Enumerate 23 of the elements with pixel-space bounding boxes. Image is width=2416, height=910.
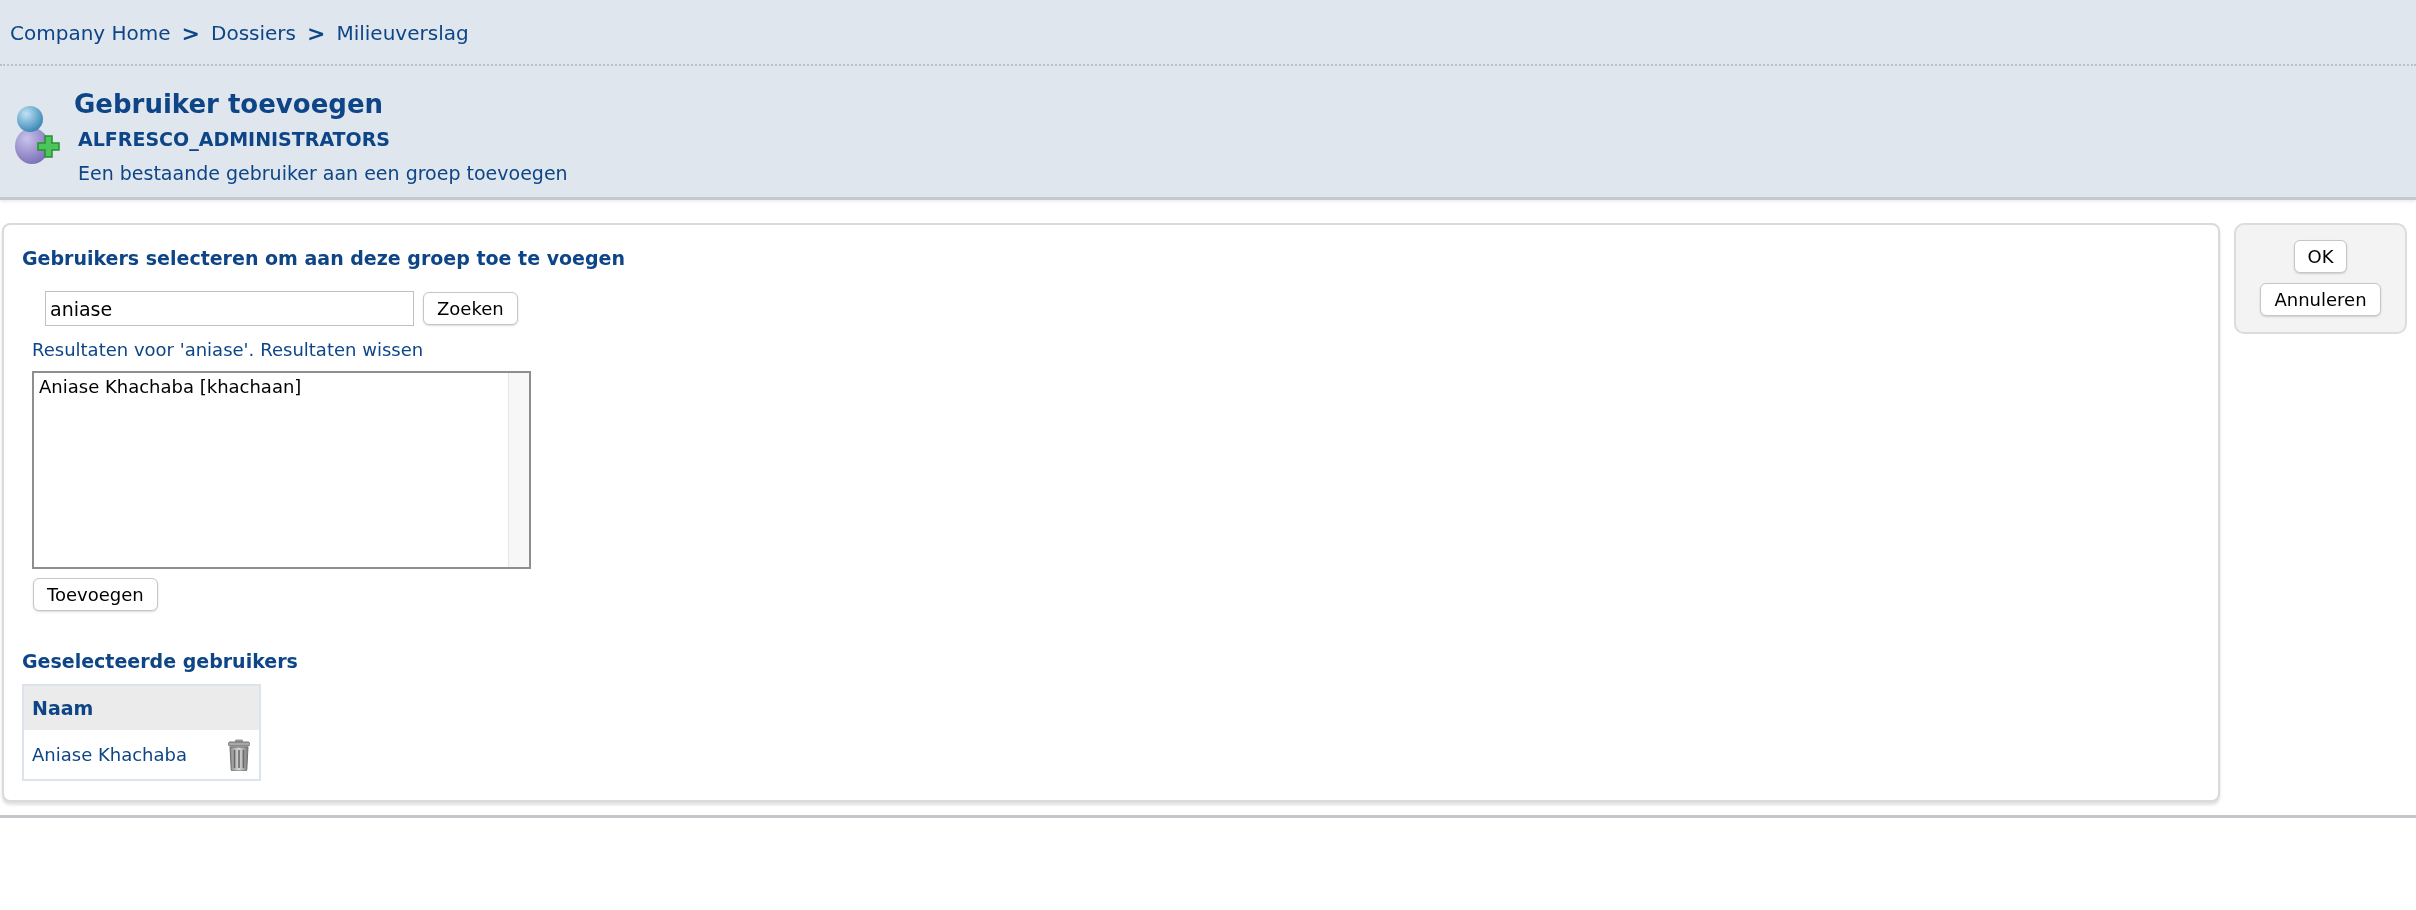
page-title: Gebruiker toevoegen xyxy=(74,88,384,121)
user-link[interactable]: Aniase Khachaba xyxy=(32,744,187,765)
clear-results-link[interactable]: Resultaten wissen xyxy=(260,338,424,362)
column-header: Naam xyxy=(23,685,260,730)
action-button[interactable]: Annuleren xyxy=(2260,283,2381,316)
action-button[interactable]: OK xyxy=(2293,240,2348,273)
add-button[interactable]: Toevoegen xyxy=(33,578,158,611)
group-name: ALFRESCO_ADMINISTRATORS xyxy=(78,127,391,153)
breadcrumb-separator: > xyxy=(181,20,200,46)
section-heading: Gebruikers selecteren om aan deze groep toe te voegen xyxy=(22,246,625,271)
list-option[interactable]: Aniase Khachaba [khachaan] xyxy=(38,375,303,399)
section-heading: Geselecteerde gebruikers xyxy=(22,649,298,674)
breadcrumb-link[interactable]: Company Home xyxy=(10,21,171,45)
search-button[interactable]: Zoeken xyxy=(423,292,518,325)
breadcrumb-separator: > xyxy=(307,20,326,46)
breadcrumb-link[interactable]: Dossiers xyxy=(211,21,296,45)
page-description: Een bestaande gebruiker aan een groep toevoegen xyxy=(78,161,568,186)
results-listbox[interactable]: Aniase Khachaba [khachaan] xyxy=(32,371,531,569)
breadcrumb-link[interactable]: Milieuverslag xyxy=(336,21,469,45)
user-add-icon xyxy=(12,106,62,164)
trash-icon[interactable] xyxy=(228,738,250,771)
results-label: Resultaten voor 'aniase'. xyxy=(32,338,255,362)
search-field[interactable]: aniase xyxy=(45,291,414,326)
